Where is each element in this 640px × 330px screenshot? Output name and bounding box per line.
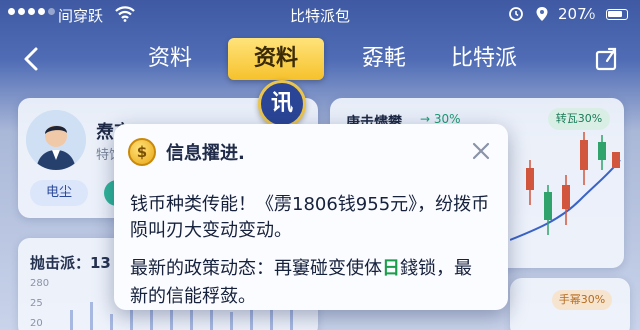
tab-0[interactable]: 资料 — [140, 42, 200, 76]
stats-label: 抛击派：13 — [30, 254, 111, 272]
axis-tick: 20 — [30, 318, 43, 329]
axis-tick: 280 — [30, 278, 50, 289]
location-icon — [536, 7, 548, 21]
axis-tick: 25 — [30, 298, 43, 309]
tab-1-active[interactable]: 资料 — [228, 38, 324, 80]
dialog-line-2: 陨叫刃大变动变动。 — [130, 220, 292, 241]
back-arrow-icon[interactable] — [18, 44, 46, 74]
profile-tag[interactable]: 电尘 — [30, 180, 88, 206]
battery-icon — [606, 9, 628, 20]
avatar — [26, 110, 86, 170]
news-bubble-icon[interactable]: 讯 — [258, 80, 306, 128]
coin-icon: $ — [128, 138, 156, 166]
alarm-icon — [509, 7, 523, 21]
candlestick-decoration — [510, 132, 621, 241]
battery-percent: 207⁄₀ — [558, 5, 596, 23]
status-bar: 间穿跃 比特派包 207⁄₀ — [0, 0, 640, 30]
close-icon[interactable] — [470, 140, 492, 162]
tab-3[interactable]: 比特派 — [446, 42, 522, 76]
dialog-line-3: 最新的政策动态：再窶碰变使体日錢锁，最 — [130, 254, 472, 280]
dialog-line-4: 新的信能稃蔹。 — [130, 286, 256, 307]
tab-2[interactable]: 孬軞 — [356, 42, 412, 76]
change-badge: 转瓦30% — [548, 108, 610, 130]
top-nav: 资料 资料 孬軞 比特派 — [0, 34, 640, 84]
dialog-line-1: 钱币种类传能！《雳1806钱955元》，纷拨币 — [130, 194, 490, 215]
dialog-highlight: 日 — [382, 258, 400, 279]
share-icon[interactable] — [594, 44, 620, 72]
secondary-badge: 手幂30% — [552, 290, 612, 310]
dialog-line-3-start: 最新的政策动态：再窶碰变使体 — [130, 258, 382, 279]
dialog-title: 信息擢进. — [166, 143, 245, 164]
person-icon — [26, 110, 86, 170]
dialog-line-3-end: 錢锁，最 — [400, 258, 472, 279]
